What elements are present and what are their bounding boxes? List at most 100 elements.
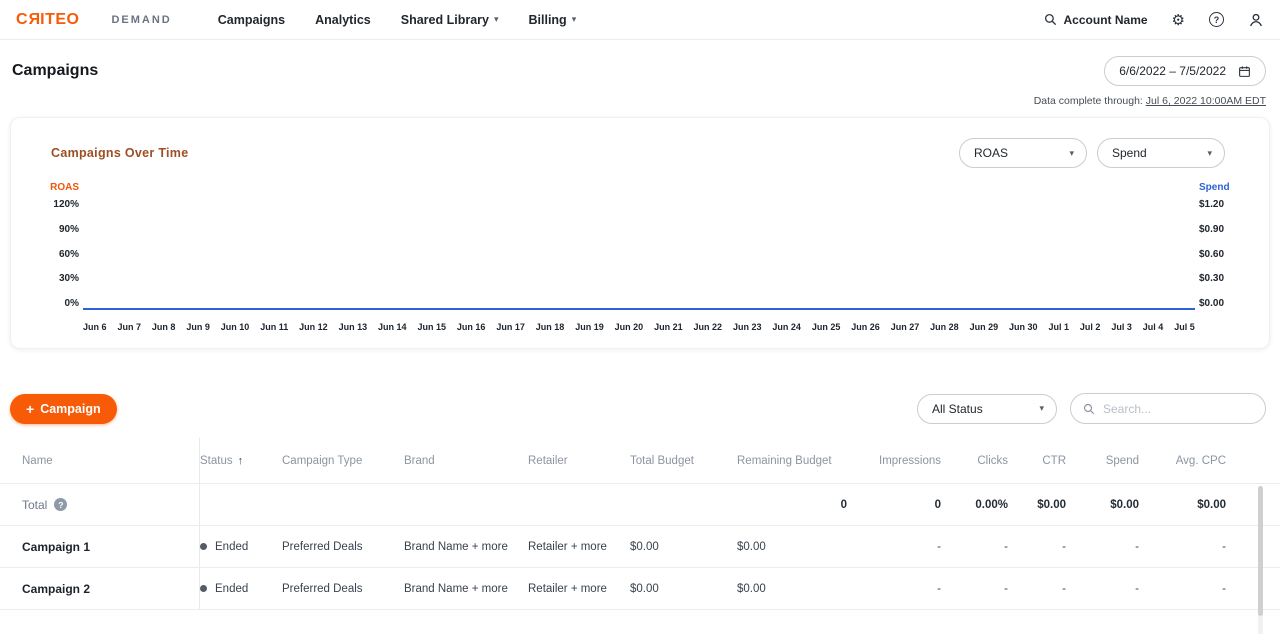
- x-tick-label: Jul 2: [1080, 322, 1101, 332]
- x-tick-label: Jun 24: [772, 322, 801, 332]
- add-campaign-button[interactable]: + Campaign: [10, 394, 117, 424]
- left-metric-select[interactable]: ROAS ▾: [959, 138, 1087, 168]
- x-tick-label: Jun 6: [83, 322, 107, 332]
- y-tick-label: 30%: [59, 273, 79, 284]
- status-dot-icon: [200, 543, 207, 550]
- x-tick-label: Jun 29: [970, 322, 999, 332]
- nav-item-label: Shared Library: [401, 13, 489, 27]
- y-tick-label: 90%: [59, 224, 79, 235]
- logo-text: R: [28, 11, 40, 29]
- campaign-status: Ended: [200, 568, 282, 609]
- status-label: Ended: [215, 583, 248, 595]
- x-tick-label: Jul 4: [1143, 322, 1164, 332]
- help-icon[interactable]: ?: [1209, 12, 1224, 27]
- right-metric-select[interactable]: Spend ▾: [1097, 138, 1225, 168]
- campaign-brand: Brand Name + more: [404, 526, 528, 567]
- column-campaign-type[interactable]: Campaign Type: [282, 438, 404, 483]
- column-impressions[interactable]: Impressions: [847, 438, 941, 483]
- table-row[interactable]: Campaign 1 Ended Preferred Deals Brand N…: [0, 526, 1280, 568]
- campaign-spend: -: [1066, 568, 1139, 609]
- nav-item-shared-library[interactable]: Shared Library▾: [401, 13, 499, 27]
- column-spend[interactable]: Spend: [1066, 438, 1139, 483]
- total-spend: $0.00: [1066, 484, 1139, 525]
- x-tick-label: Jun 9: [186, 322, 210, 332]
- search-input[interactable]: [1103, 402, 1253, 416]
- x-tick-label: Jun 30: [1009, 322, 1038, 332]
- y-tick-label: $0.30: [1199, 273, 1224, 284]
- campaign-spend: -: [1066, 526, 1139, 567]
- y-tick-label: 0%: [65, 298, 79, 309]
- user-profile-icon[interactable]: [1248, 12, 1264, 28]
- data-complete-value[interactable]: Jul 6, 2022 10:00AM EDT: [1146, 95, 1266, 107]
- help-icon[interactable]: ?: [54, 498, 67, 511]
- date-range-picker[interactable]: 6/6/2022 – 7/5/2022: [1104, 56, 1266, 86]
- column-retailer[interactable]: Retailer: [528, 438, 630, 483]
- nav-item-campaigns[interactable]: Campaigns: [218, 13, 285, 27]
- nav-item-billing[interactable]: Billing▾: [529, 13, 577, 27]
- status-filter-select[interactable]: All Status ▾: [917, 394, 1057, 424]
- total-row: Total ? 0 0 0.00% $0.00 $0.00 $0.00: [0, 484, 1280, 526]
- table-header-row: Name Status ↑ Campaign Type Brand Retail…: [0, 438, 1280, 484]
- y-tick-label: $0.90: [1199, 224, 1224, 235]
- campaign-total-budget: $0.00: [630, 526, 737, 567]
- left-metric-value: ROAS: [974, 146, 1008, 160]
- y-tick-label: $1.20: [1199, 199, 1224, 210]
- campaign-avg-cpc: -: [1139, 568, 1226, 609]
- x-tick-label: Jul 3: [1111, 322, 1132, 332]
- search-icon: [1083, 403, 1095, 415]
- campaign-type: Preferred Deals: [282, 526, 404, 567]
- search-icon: [1044, 13, 1057, 26]
- account-name: Account Name: [1064, 13, 1148, 27]
- status-filter-value: All Status: [932, 402, 983, 416]
- sort-ascending-icon: ↑: [238, 455, 244, 467]
- logo-text: ITEO: [40, 11, 79, 28]
- column-name[interactable]: Name: [22, 438, 200, 483]
- x-tick-label: Jul 5: [1174, 322, 1195, 332]
- logo-text: C: [16, 11, 28, 28]
- table-row[interactable]: Campaign 2 Ended Preferred Deals Brand N…: [0, 568, 1280, 610]
- column-clicks[interactable]: Clicks: [941, 438, 1008, 483]
- table-scrollbar[interactable]: [1258, 486, 1263, 634]
- y-tick-label: $0.00: [1199, 298, 1224, 309]
- column-status[interactable]: Status ↑: [200, 438, 282, 483]
- top-navbar: CRITEO DEMAND Campaigns Analytics Shared…: [0, 0, 1280, 40]
- date-range-value: 6/6/2022 – 7/5/2022: [1119, 64, 1226, 78]
- campaign-impressions: -: [847, 526, 941, 567]
- x-tick-label: Jun 27: [891, 322, 920, 332]
- settings-gear-icon[interactable]: ⚙: [1172, 11, 1185, 29]
- x-tick-label: Jun 18: [536, 322, 565, 332]
- scrollbar-thumb[interactable]: [1258, 486, 1263, 616]
- campaign-ctr: -: [1008, 568, 1066, 609]
- x-axis-labels: Jun 6Jun 7Jun 8Jun 9Jun 10Jun 11Jun 12Ju…: [83, 309, 1195, 332]
- campaign-status: Ended: [200, 526, 282, 567]
- x-tick-label: Jul 1: [1048, 322, 1069, 332]
- campaign-name[interactable]: Campaign 1: [22, 526, 200, 567]
- chevron-down-icon: ▾: [1039, 403, 1044, 414]
- account-switcher[interactable]: Account Name: [1044, 13, 1148, 27]
- chevron-down-icon: ▾: [1207, 148, 1212, 159]
- calendar-icon: [1238, 65, 1251, 78]
- x-tick-label: Jun 13: [339, 322, 368, 332]
- column-total-budget[interactable]: Total Budget: [630, 438, 737, 483]
- x-tick-label: Jun 20: [615, 322, 644, 332]
- campaign-name[interactable]: Campaign 2: [22, 568, 200, 609]
- x-tick-label: Jun 23: [733, 322, 762, 332]
- campaign-retailer: Retailer + more: [528, 568, 630, 609]
- x-tick-label: Jun 14: [378, 322, 407, 332]
- column-brand[interactable]: Brand: [404, 438, 528, 483]
- data-complete-note: Data complete through: Jul 6, 2022 10:00…: [0, 86, 1280, 107]
- campaign-impressions: -: [847, 568, 941, 609]
- plus-icon: +: [26, 401, 34, 417]
- nav-item-analytics[interactable]: Analytics: [315, 13, 371, 27]
- column-avg-cpc[interactable]: Avg. CPC: [1139, 438, 1226, 483]
- nav-item-label: Billing: [529, 13, 567, 27]
- criteo-logo[interactable]: CRITEO: [16, 11, 79, 29]
- x-tick-label: Jun 26: [851, 322, 880, 332]
- campaign-remaining-budget: $0.00: [737, 526, 847, 567]
- total-label: Total: [22, 498, 47, 512]
- total-ctr: $0.00: [1008, 484, 1066, 525]
- y-tick-label: 60%: [59, 249, 79, 260]
- column-ctr[interactable]: CTR: [1008, 438, 1066, 483]
- plot-area: [83, 199, 1195, 309]
- column-remaining-budget[interactable]: Remaining Budget: [737, 438, 847, 483]
